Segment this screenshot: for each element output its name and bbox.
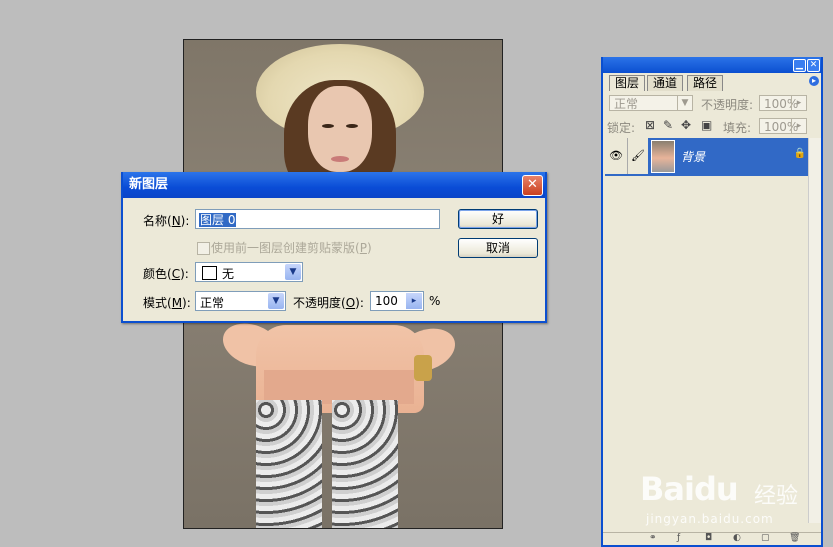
color-swatch — [202, 266, 217, 280]
panel-opacity-field[interactable]: 100% ▸ — [759, 95, 807, 111]
panel-tabs: 图层 通道 路径 ▸ — [603, 73, 821, 91]
new-layer-icon[interactable]: ▢ — [761, 533, 770, 543]
dialog-titlebar[interactable]: 新图层 ✕ — [123, 172, 545, 198]
color-label: 颜色(C): — [143, 267, 189, 281]
arrow-right-icon: ▸ — [791, 96, 806, 110]
photo-eye — [322, 124, 334, 128]
name-label: 名称(N): — [143, 214, 190, 228]
fill-label: 填充: — [723, 121, 752, 135]
close-icon[interactable]: ✕ — [807, 59, 820, 72]
eye-icon[interactable]: 👁 — [605, 138, 628, 174]
minimize-icon[interactable]: ▁ — [793, 59, 806, 72]
fill-field[interactable]: 100% ▸ — [759, 118, 807, 134]
photo-pants — [332, 400, 398, 528]
photo-eye — [346, 124, 358, 128]
opacity-label: 不透明度: — [701, 98, 754, 112]
photo-bracelet — [414, 355, 432, 381]
new-layer-dialog: 新图层 ✕ 名称(N): 图层 0 使用前一图层创建剪贴蒙版(P) 颜色(C):… — [121, 172, 547, 323]
mode-value: 正常 — [200, 296, 225, 310]
lock-label: 锁定: — [607, 121, 636, 135]
cancel-button[interactable]: 取消 — [458, 238, 538, 258]
layer-thumbnail — [651, 140, 675, 173]
photo-pants — [256, 400, 322, 528]
blend-mode-value: 正常 — [614, 97, 639, 111]
opacity-label: 不透明度(O): — [293, 296, 364, 310]
brush-icon[interactable]: 🖌 — [628, 138, 648, 174]
color-value: 无 — [222, 267, 235, 281]
ok-button[interactable]: 好 — [458, 209, 538, 229]
photo-lips — [331, 156, 349, 162]
lock-position-icon[interactable]: ✥ — [681, 118, 691, 132]
tab-paths[interactable]: 路径 — [687, 75, 724, 91]
lock-icon: 🔒 — [793, 148, 806, 159]
arrow-right-icon: ▸ — [791, 119, 806, 133]
lock-row: 锁定: ⊠ ✎ ✥ ▣ 填充: 100% ▸ — [607, 118, 817, 136]
lock-all-icon[interactable]: ▣ — [701, 118, 712, 132]
blend-mode-select[interactable]: 正常 ▼ — [609, 95, 693, 111]
layer-name-value: 图层 0 — [199, 213, 237, 227]
chevron-down-icon: ▼ — [677, 96, 692, 110]
opacity-value: 100 — [375, 294, 398, 308]
lock-pixels-icon[interactable]: ✎ — [663, 118, 673, 132]
tab-layers[interactable]: 图层 — [609, 75, 646, 91]
arrow-right-icon[interactable]: ▸ — [406, 293, 422, 309]
chevron-down-icon: ▼ — [268, 293, 284, 309]
panel-menu-icon[interactable]: ▸ — [809, 76, 819, 86]
blend-row: 正常 ▼ 不透明度: 100% ▸ — [607, 95, 817, 113]
adjustment-icon[interactable]: ◐ — [733, 533, 741, 543]
mode-label: 模式(M): — [143, 296, 191, 310]
lock-transparent-icon[interactable]: ⊠ — [645, 118, 655, 132]
panel-bottom-toolbar: ⚭ ƒ ◘ ◐ ▢ 🗑 — [603, 532, 821, 545]
watermark-logo: Baidu — [640, 470, 739, 508]
color-select[interactable]: 无 ▼ — [195, 262, 303, 282]
clipping-mask-checkbox[interactable] — [197, 242, 210, 255]
mode-select[interactable]: 正常 ▼ — [195, 291, 286, 311]
layer-name: 背景 — [681, 150, 706, 164]
percent-label: % — [429, 294, 441, 308]
link-icon[interactable]: ⚭ — [649, 533, 657, 543]
layer-style-icon[interactable]: ƒ — [677, 533, 680, 543]
clipping-mask-label: 使用前一图层创建剪贴蒙版(P) — [211, 241, 372, 255]
close-icon[interactable]: ✕ — [522, 175, 543, 196]
layer-row-background[interactable]: 👁 🖌 背景 🔒 — [605, 138, 809, 176]
tab-channels[interactable]: 通道 — [647, 75, 684, 91]
layer-name-input[interactable]: 图层 0 — [195, 209, 440, 229]
dialog-title: 新图层 — [129, 177, 169, 192]
watermark-url: jingyan.baidu.com — [646, 512, 774, 526]
trash-icon[interactable]: 🗑 — [789, 533, 800, 543]
mask-icon[interactable]: ◘ — [705, 533, 712, 543]
chevron-down-icon: ▼ — [285, 264, 301, 280]
baidu-watermark: Baidu 经验 jingyan.baidu.com — [640, 460, 830, 530]
photo-waistband — [264, 370, 414, 404]
panel-titlebar[interactable]: ▁ ✕ — [603, 57, 821, 73]
opacity-input[interactable]: 100 ▸ — [370, 291, 424, 311]
watermark-text: 经验 — [754, 484, 799, 509]
